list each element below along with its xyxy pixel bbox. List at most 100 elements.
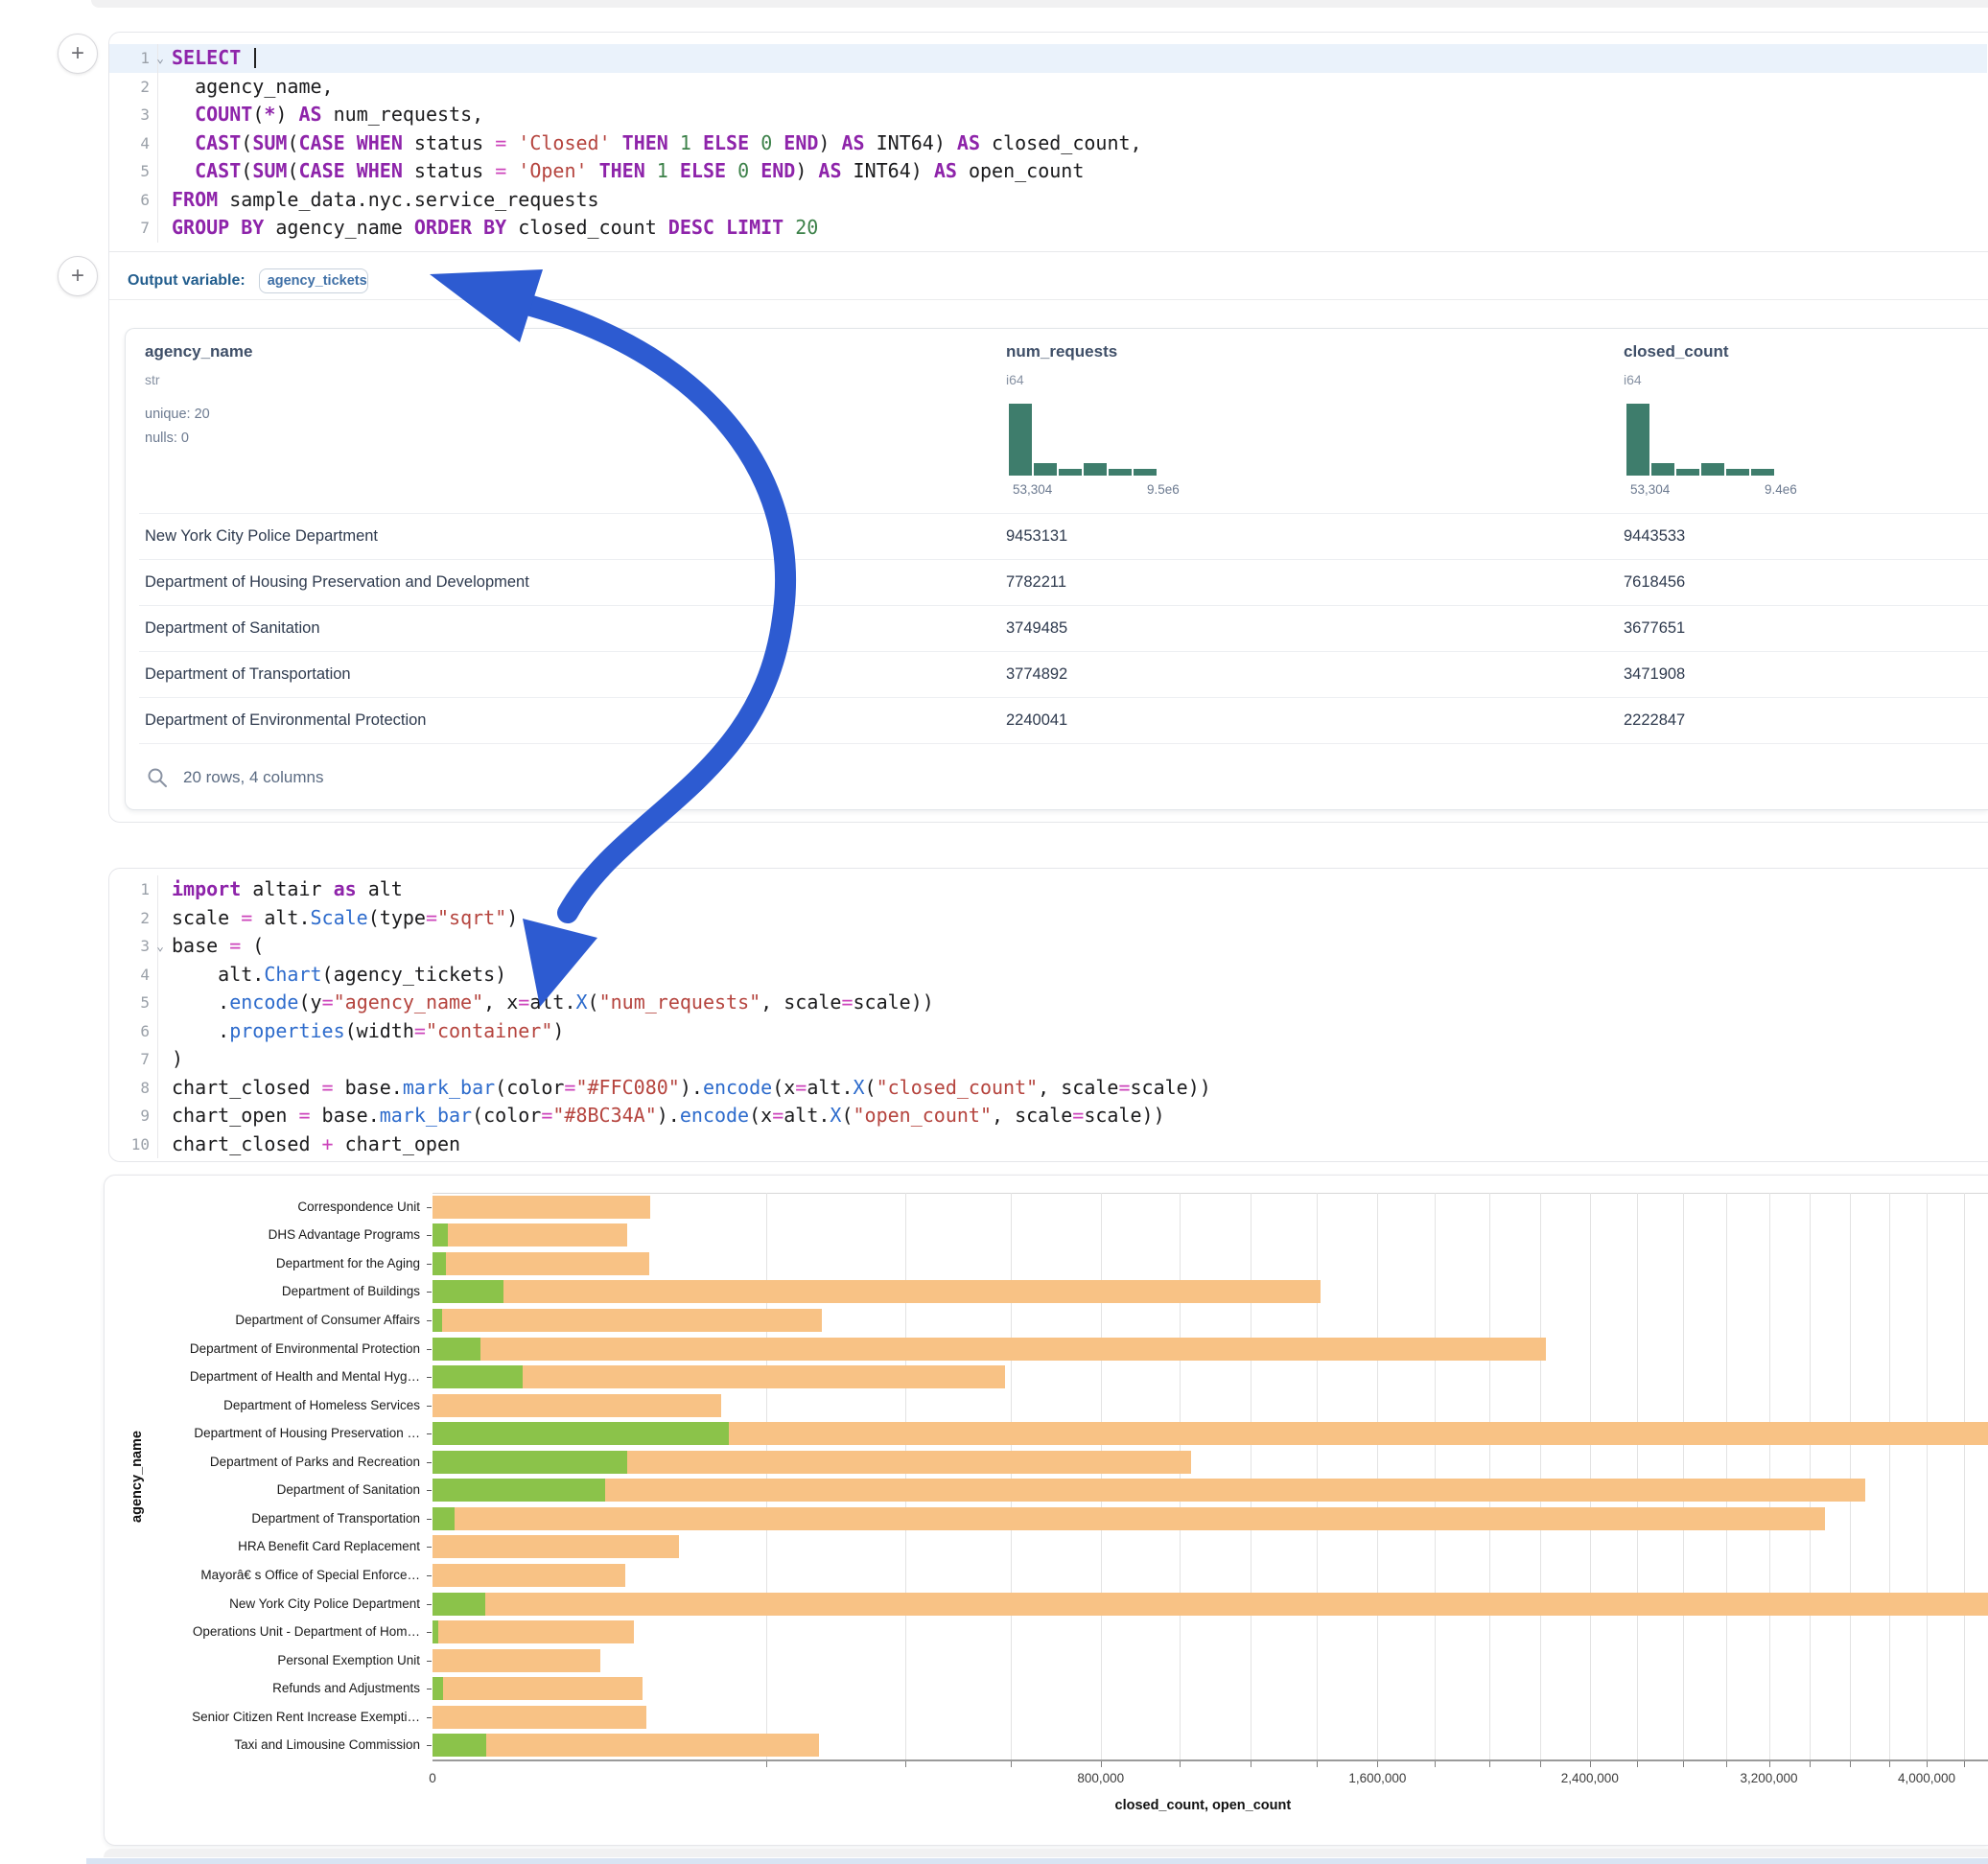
gridline (1011, 1193, 1012, 1759)
code-line-text: ) (157, 1045, 1987, 1074)
open-count-bar (433, 1280, 503, 1303)
closed-count-bar (433, 1677, 643, 1700)
gridline (1889, 1193, 1890, 1759)
x-axis-tick (1726, 1761, 1727, 1767)
y-category-label: Refunds and Adjustments (272, 1681, 420, 1695)
code-line[interactable]: 4 CAST(SUM(CASE WHEN status = 'Closed' T… (109, 129, 1987, 158)
y-category-label: Department of Parks and Recreation (210, 1455, 420, 1469)
chevron-down-icon[interactable]: ⌄ (156, 933, 164, 962)
closed-count-bar (433, 1309, 822, 1332)
x-axis-tick (1889, 1761, 1890, 1767)
table-cell-agency_name: Department of Transportation (145, 651, 351, 697)
code-line[interactable]: 5 CAST(SUM(CASE WHEN status = 'Open' THE… (109, 157, 1987, 186)
closed-count-bar (433, 1479, 1865, 1502)
closed-count-bar (433, 1593, 1988, 1616)
table-cell-closed_count: 9443533 (1624, 513, 1685, 559)
line-number: 7 (109, 214, 157, 243)
gridline (1540, 1193, 1541, 1759)
open-count-bar (433, 1252, 446, 1275)
y-category-label: Department of Health and Mental Hyg… (190, 1369, 420, 1384)
y-axis-tick (427, 1377, 432, 1378)
code-line-text: chart_closed = base.mark_bar(color="#FFC… (157, 1074, 1987, 1103)
code-line[interactable]: 9chart_open = base.mark_bar(color="#8BC3… (109, 1102, 1987, 1130)
gridline (1964, 1193, 1965, 1759)
y-category-label: Department of Housing Preservation … (194, 1426, 420, 1440)
result-table: agency_namestrunique: 20nulls: 0num_requ… (125, 328, 1988, 810)
open-count-bar (433, 1223, 448, 1247)
line-number: 3 (109, 101, 157, 129)
closed-count-bar (433, 1280, 1321, 1303)
row-divider (139, 743, 1988, 744)
gridline (1726, 1193, 1727, 1759)
column-header[interactable]: num_requests (1006, 342, 1117, 361)
closed-count-bar (433, 1564, 625, 1587)
code-line[interactable]: 3⌄base = ( (109, 932, 1987, 961)
python-code-editor[interactable]: 1import altair as alt2scale = alt.Scale(… (109, 875, 1987, 1158)
column-header[interactable]: agency_name (145, 342, 252, 361)
column-header[interactable]: closed_count (1624, 342, 1729, 361)
code-line-text: base = ( (157, 932, 1987, 961)
code-line[interactable]: 4 alt.Chart(agency_tickets) (109, 961, 1987, 990)
add-cell-button[interactable]: + (58, 256, 98, 296)
code-line[interactable]: 2scale = alt.Scale(type="sqrt") (109, 904, 1987, 933)
output-variable-pill[interactable]: agency_tickets (259, 268, 368, 293)
code-line[interactable]: 7) (109, 1045, 1987, 1074)
y-category-label: HRA Benefit Card Replacement (238, 1539, 420, 1553)
code-line[interactable]: 1⌄SELECT (109, 44, 1987, 73)
notebook-page: { "accent": {"arrow_blue": "#2d5bd1", "h… (0, 0, 1988, 1864)
code-line[interactable]: 2 agency_name, (109, 73, 1987, 102)
code-line-text: .encode(y="agency_name", x=alt.X("num_re… (157, 989, 1987, 1017)
line-number: 9 (109, 1102, 157, 1130)
code-line[interactable]: 5 .encode(y="agency_name", x=alt.X("num_… (109, 989, 1987, 1017)
table-row[interactable]: Department of Sanitation37494853677651 (126, 605, 1988, 651)
code-line[interactable]: 6FROM sample_data.nyc.service_requests (109, 186, 1987, 215)
x-tick-label: 2,400,000 (1561, 1771, 1619, 1785)
gridline (1435, 1193, 1436, 1759)
table-cell-closed_count: 2222847 (1624, 697, 1685, 743)
open-count-bar (433, 1507, 455, 1530)
gridline (1489, 1193, 1490, 1759)
y-category-label: DHS Advantage Programs (269, 1227, 420, 1242)
add-cell-button[interactable]: + (58, 34, 98, 74)
histogram-max-label: 9.4e6 (1765, 482, 1797, 497)
x-axis-tick (1810, 1761, 1811, 1767)
code-line[interactable]: 6 .properties(width="container") (109, 1017, 1987, 1046)
closed-count-bar (433, 1706, 646, 1729)
x-tick-label: 800,000 (1077, 1771, 1124, 1785)
code-line[interactable]: 1import altair as alt (109, 875, 1987, 904)
gridline (1850, 1193, 1851, 1759)
table-row[interactable]: New York City Police Department945313194… (126, 513, 1988, 559)
closed-count-bar (433, 1649, 600, 1672)
code-line[interactable]: 10chart_closed + chart_open (109, 1130, 1987, 1159)
table-cell-agency_name: New York City Police Department (145, 513, 378, 559)
search-icon[interactable] (147, 767, 168, 788)
y-category-label: Department for the Aging (276, 1256, 420, 1270)
sql-code-editor[interactable]: 1⌄SELECT 2 agency_name,3 COUNT(*) AS num… (109, 44, 1987, 243)
table-cell-closed_count: 3677651 (1624, 605, 1685, 651)
open-count-bar (433, 1451, 627, 1474)
code-line[interactable]: 3 COUNT(*) AS num_requests, (109, 101, 1987, 129)
gridline (1810, 1193, 1811, 1759)
y-axis-tick (427, 1433, 432, 1434)
column-histogram (1009, 404, 1157, 476)
table-row[interactable]: Department of Housing Preservation and D… (126, 559, 1988, 605)
closed-count-bar (433, 1223, 627, 1247)
y-axis-tick (427, 1519, 432, 1520)
code-line[interactable]: 7GROUP BY agency_name ORDER BY closed_co… (109, 214, 1987, 243)
x-axis-line (433, 1759, 1988, 1761)
table-row[interactable]: Department of Transportation377489234719… (126, 651, 1988, 697)
x-tick-label: 3,200,000 (1740, 1771, 1797, 1785)
x-axis-tick (1377, 1761, 1378, 1767)
x-axis-tick (1927, 1761, 1928, 1767)
table-row[interactable]: Department of Environmental Protection22… (126, 697, 1988, 743)
chevron-down-icon[interactable]: ⌄ (156, 45, 164, 74)
code-line[interactable]: 8chart_closed = base.mark_bar(color="#FF… (109, 1074, 1987, 1103)
code-line-text: chart_closed + chart_open (157, 1130, 1987, 1159)
table-cell-closed_count: 3471908 (1624, 651, 1685, 697)
previous-cell-edge (91, 0, 1988, 8)
table-cell-num_requests: 7782211 (1006, 559, 1066, 605)
text-cursor (254, 48, 256, 68)
column-stat: nulls: 0 (145, 428, 189, 449)
y-axis-tick (427, 1717, 432, 1718)
table-cell-num_requests: 3749485 (1006, 605, 1067, 651)
